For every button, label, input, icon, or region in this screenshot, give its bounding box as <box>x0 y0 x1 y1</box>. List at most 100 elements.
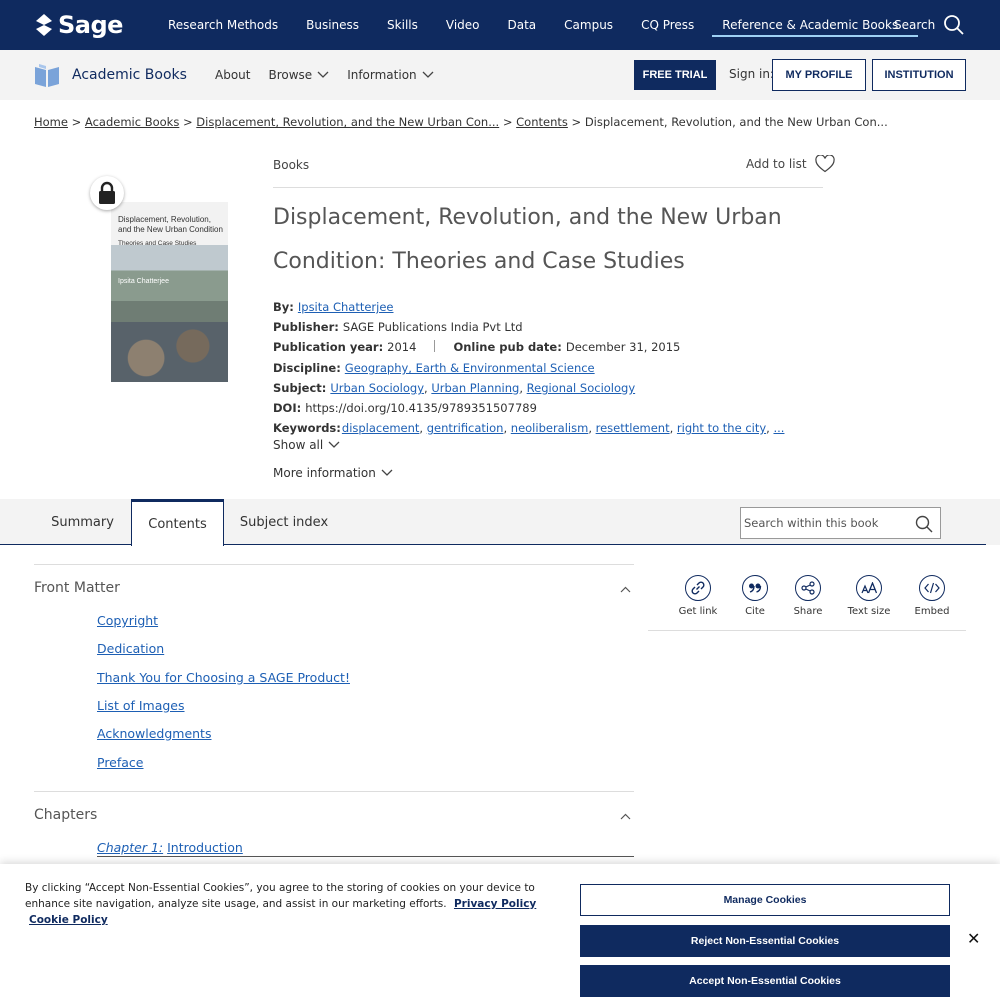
keyword-more-link[interactable]: ... <box>773 421 784 435</box>
nav-research-methods[interactable]: Research Methods <box>154 0 292 50</box>
add-to-list-button[interactable]: Add to list <box>746 155 835 173</box>
chevron-up-icon[interactable] <box>620 813 631 820</box>
publication-row: Publication year: 2014 Online pub date: Dec… <box>273 340 680 354</box>
more-information-toggle[interactable]: More information <box>273 466 393 480</box>
toc-copyright[interactable]: Copyright <box>97 613 158 628</box>
browse-menu[interactable]: Browse <box>268 68 329 82</box>
keyword-link[interactable]: right to the city <box>677 421 766 435</box>
books-icon <box>35 64 59 87</box>
toc-preface[interactable]: Preface <box>97 755 144 770</box>
text-size-label: Text size <box>847 606 891 617</box>
information-label: Information <box>347 68 417 82</box>
cover-photo <box>111 322 228 382</box>
nav-cq-press[interactable]: CQ Press <box>627 0 708 50</box>
front-matter-heading[interactable]: Front Matter <box>34 580 120 596</box>
breadcrumb-academic-books[interactable]: Academic Books <box>85 115 179 129</box>
keyword-link[interactable]: gentrification <box>427 421 504 435</box>
discipline-label: Discipline: <box>273 361 341 375</box>
top-search-button[interactable]: Search <box>894 14 965 36</box>
nav-data[interactable]: Data <box>494 0 551 50</box>
keyword-link[interactable]: displacement <box>342 421 420 435</box>
manage-cookies-button[interactable]: Manage Cookies <box>580 884 950 916</box>
breadcrumb-current: Displacement, Revolution, and the New Ur… <box>584 115 888 129</box>
search-icon[interactable] <box>915 515 933 533</box>
free-trial-button[interactable]: FREE TRIAL <box>634 60 716 90</box>
author-label: By: <box>273 300 294 314</box>
publisher-value: SAGE Publications India Pvt Ltd <box>342 320 523 334</box>
keywords-label: Keywords: <box>273 421 341 435</box>
tab-contents[interactable]: Contents <box>131 499 224 546</box>
nav-video[interactable]: Video <box>432 0 494 50</box>
keyword-link[interactable]: resettlement <box>596 421 670 435</box>
search-within-book-input[interactable] <box>744 508 914 538</box>
author-link[interactable]: Ipsita Chatterjee <box>298 300 394 314</box>
more-information-label: More information <box>273 466 376 480</box>
institution-button[interactable]: INSTITUTION <box>872 59 966 91</box>
chapters-heading[interactable]: Chapters <box>34 807 97 823</box>
online-date-label: Online pub date: <box>453 340 562 354</box>
share-tool[interactable]: Share <box>778 575 838 617</box>
nav-business[interactable]: Business <box>292 0 373 50</box>
cookie-banner: By clicking “Accept Non-Essential Cookie… <box>0 864 1000 1000</box>
nav-reference-academic-books[interactable]: Reference & Academic Books <box>708 0 919 50</box>
chapter-item[interactable]: Chapter 1: Introduction <box>97 840 634 857</box>
pubyear-value: 2014 <box>387 340 417 354</box>
reject-cookies-button[interactable]: Reject Non-Essential Cookies <box>580 925 950 957</box>
cookie-policy-link[interactable]: Cookie Policy <box>29 914 108 926</box>
book-cover: Displacement, Revolution, and the New Ur… <box>111 202 228 382</box>
embed-tool[interactable]: Embed <box>902 575 962 617</box>
academic-books-brand[interactable]: Academic Books <box>34 62 187 88</box>
discipline-link[interactable]: Geography, Earth & Environmental Science <box>345 361 595 375</box>
chevron-down-icon <box>328 441 340 448</box>
information-menu[interactable]: Information <box>347 68 434 82</box>
text-size-icon <box>856 575 882 601</box>
subject-link[interactable]: Regional Sociology <box>527 381 636 395</box>
subject-label: Subject: <box>273 381 327 395</box>
heart-icon <box>814 155 835 173</box>
toc-acknowledgments[interactable]: Acknowledgments <box>97 726 211 741</box>
search-within-book <box>740 507 941 539</box>
subject-link[interactable]: Urban Planning <box>431 381 519 395</box>
nav-skills[interactable]: Skills <box>373 0 432 50</box>
embed-label: Embed <box>914 606 950 617</box>
share-icon <box>795 575 821 601</box>
chapter-number: Chapter 1: <box>97 840 164 855</box>
lock-icon <box>99 181 115 204</box>
close-icon[interactable]: ✕ <box>967 929 980 948</box>
doi-row: DOI: https://doi.org/10.4135/978935150778… <box>273 401 537 415</box>
cite-tool[interactable]: Cite <box>725 575 785 617</box>
publisher-label: Publisher: <box>273 320 339 334</box>
doi-value: https://doi.org/10.4135/9789351507789 <box>305 401 537 415</box>
breadcrumb: Home > Academic Books > Displacement, Re… <box>34 115 888 129</box>
sub-nav-menu: About Browse Information <box>215 50 452 100</box>
subject-link[interactable]: Urban Sociology <box>330 381 424 395</box>
toc-thank-you[interactable]: Thank You for Choosing a SAGE Product! <box>97 670 350 685</box>
tab-summary[interactable]: Summary <box>34 499 131 545</box>
top-nav-links: Research Methods Business Skills Video D… <box>154 0 919 50</box>
accept-cookies-button[interactable]: Accept Non-Essential Cookies <box>580 965 950 997</box>
about-link[interactable]: About <box>215 68 250 82</box>
my-profile-button[interactable]: MY PROFILE <box>772 59 866 91</box>
tab-subject-index[interactable]: Subject index <box>226 499 342 545</box>
breadcrumb-book[interactable]: Displacement, Revolution, and the New Ur… <box>196 115 499 129</box>
nav-campus[interactable]: Campus <box>550 0 627 50</box>
toc-list-of-images[interactable]: List of Images <box>97 698 185 713</box>
online-date-value: December 31, 2015 <box>565 340 681 354</box>
privacy-policy-link[interactable]: Privacy Policy <box>454 898 536 910</box>
tools-divider <box>648 630 966 631</box>
keywords-row: Keywords:displacement, gentrification, n… <box>273 421 785 435</box>
page-title: Displacement, Revolution, and the New Ur… <box>273 205 782 274</box>
keyword-link[interactable]: neoliberalism <box>511 421 589 435</box>
toc-dedication[interactable]: Dedication <box>97 641 164 656</box>
breadcrumb-home[interactable]: Home <box>34 115 68 129</box>
show-all-toggle[interactable]: Show all <box>273 438 340 452</box>
divider <box>273 187 823 188</box>
sage-logo[interactable]: Sage <box>34 11 123 39</box>
breadcrumb-separator: > <box>182 115 193 129</box>
breadcrumb-separator: > <box>71 115 82 129</box>
text-size-tool[interactable]: Text size <box>839 575 899 617</box>
breadcrumb-separator: > <box>571 115 582 129</box>
chevron-up-icon[interactable] <box>620 586 631 593</box>
get-link-tool[interactable]: Get link <box>668 575 728 617</box>
breadcrumb-contents[interactable]: Contents <box>516 115 568 129</box>
